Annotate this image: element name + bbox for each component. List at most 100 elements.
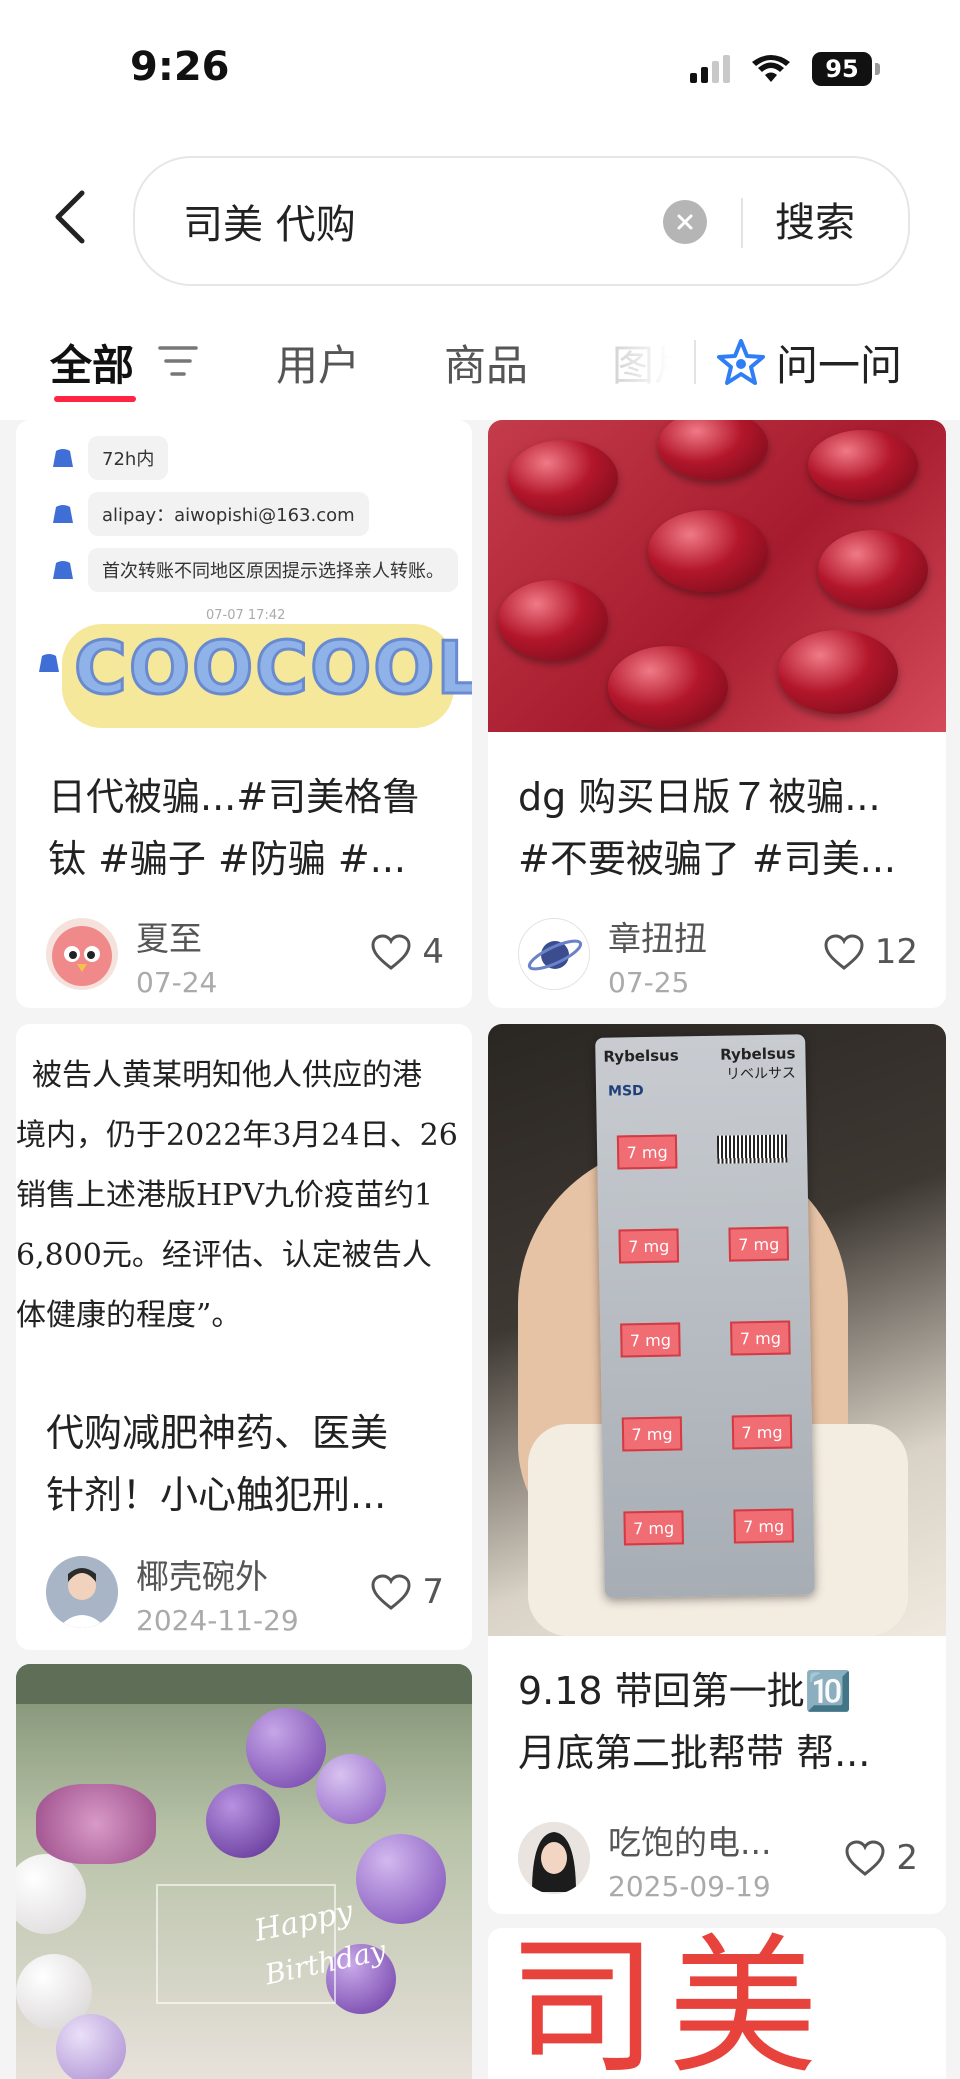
avatar[interactable] xyxy=(518,918,590,990)
maker-label: MSD xyxy=(607,1083,644,1100)
avatar[interactable] xyxy=(46,1556,118,1628)
clear-button[interactable] xyxy=(663,200,707,244)
status-bar: 9:26 95 xyxy=(0,0,960,130)
ask-star-icon xyxy=(717,338,765,385)
blister-pack: Rybelsus Rybelsus リベルサス MSD 7 mg 7 mg 7 … xyxy=(595,1034,815,1598)
card-image: Happy Birthday xyxy=(16,1664,472,2079)
search-header: 司美 代购 搜索 xyxy=(0,130,960,300)
heart-icon xyxy=(371,1574,411,1610)
ask-button[interactable]: 问一问 xyxy=(716,332,902,393)
search-button[interactable]: 搜索 xyxy=(775,190,855,248)
post-date: 2025-09-19 xyxy=(608,1870,771,1903)
dose-label: 7 mg xyxy=(621,1416,683,1452)
search-box[interactable]: 司美 代购 搜索 xyxy=(133,156,910,286)
dose-label: 7 mg xyxy=(623,1510,684,1546)
ask-label: 问一问 xyxy=(776,341,903,390)
note-card[interactable]: Happy Birthday xyxy=(16,1664,472,2079)
author-name[interactable]: 章扭扭 xyxy=(608,912,707,960)
planet-avatar-icon xyxy=(527,939,583,971)
document-line: 销售上述港版HPV九价疫苗约1 xyxy=(16,1178,434,1213)
chat-message: 72h内 xyxy=(50,436,169,480)
card-title-line1: 日代被骗...#司美格鲁 xyxy=(48,775,421,819)
chat-avatar-icon xyxy=(53,505,73,523)
chat-bubble: 72h内 xyxy=(88,436,169,480)
like-button[interactable]: 12 xyxy=(823,932,918,972)
chat-bubble: alipay：aiwopishi@163.com xyxy=(88,492,369,536)
card-title-line1: dg 购买日版７被骗... xyxy=(518,775,881,819)
note-card[interactable]: 72h内 alipay：aiwopishi@163.com 首次转账不同地区原因… xyxy=(16,420,472,1008)
card-title-line2: #不要被骗了 #司美... xyxy=(518,837,896,881)
card-title-line2: 月底第二批帮带 帮... xyxy=(518,1731,871,1775)
active-tab-indicator xyxy=(54,396,136,402)
battery-level: 95 xyxy=(812,52,872,86)
bird-avatar-icon xyxy=(52,926,112,986)
like-count: 2 xyxy=(896,1838,918,1878)
card-title-line1: 9.18 带回第一批🔟 xyxy=(518,1669,853,1713)
dose-label: 7 mg xyxy=(733,1508,794,1544)
card-image: 72h内 alipay：aiwopishi@163.com 首次转账不同地区原因… xyxy=(16,420,472,740)
avatar[interactable] xyxy=(46,918,118,990)
dose-label: 7 mg xyxy=(618,1228,680,1264)
person-avatar-icon xyxy=(46,1556,118,1628)
note-card[interactable]: 被告人黄某明知他人供应的港 境内，仍于2022年3月24日、26 销售上述港版H… xyxy=(16,1024,472,1650)
dose-label: 7 mg xyxy=(616,1134,678,1170)
like-button[interactable]: 7 xyxy=(370,1572,444,1612)
brand-label-jp: リベルサス xyxy=(725,1065,796,1083)
dose-label: 7 mg xyxy=(731,1414,793,1450)
dose-label: 7 mg xyxy=(730,1320,791,1356)
document-line: 被告人黄某明知他人供应的港 xyxy=(32,1058,422,1093)
chat-bubble: 首次转账不同地区原因提示选择亲人转账。 xyxy=(88,548,458,592)
chat-timestamp: 07-07 17:42 xyxy=(206,608,286,623)
like-count: 12 xyxy=(874,932,918,972)
document-line: 体健康的程度”。 xyxy=(16,1298,242,1333)
filter-icon[interactable] xyxy=(158,344,198,378)
sticker-text: COOCOOL xyxy=(72,625,472,712)
post-date: 2024-11-29 xyxy=(136,1604,299,1637)
dose-label: 7 mg xyxy=(728,1226,790,1262)
person-avatar-icon xyxy=(518,1822,590,1894)
author-name[interactable]: 夏至 xyxy=(136,912,202,960)
card-image: 司美 xyxy=(488,1928,946,2079)
like-count: 4 xyxy=(422,932,444,972)
status-time: 9:26 xyxy=(130,44,230,90)
chat-message: 首次转账不同地区原因提示选择亲人转账。 xyxy=(50,548,458,592)
result-tabs: 全部 用户 商品 图片 问一问 xyxy=(0,300,960,420)
document-line: 6,800元。经评估、认定被告人 xyxy=(16,1238,432,1273)
post-date: 07-25 xyxy=(608,966,690,999)
back-arrow-icon xyxy=(55,190,85,244)
card-image: 被告人黄某明知他人供应的港 境内，仍于2022年3月24日、26 销售上述港版H… xyxy=(16,1024,472,1364)
chat-avatar-icon xyxy=(53,561,73,579)
note-card[interactable]: Rybelsus Rybelsus リベルサス MSD 7 mg 7 mg 7 … xyxy=(488,1024,946,1914)
wifi-icon xyxy=(752,55,790,82)
status-indicators: 95 xyxy=(690,52,880,86)
like-count: 7 xyxy=(422,1572,444,1612)
card-title-line1: 代购减肥神药、医美 xyxy=(46,1411,389,1455)
tab-users[interactable]: 用户 xyxy=(276,332,360,393)
handwriting-text: 司美 xyxy=(508,1928,829,2079)
avatar[interactable] xyxy=(518,1822,590,1894)
heart-icon xyxy=(845,1840,885,1876)
search-input[interactable]: 司美 代购 xyxy=(183,192,356,250)
like-button[interactable]: 4 xyxy=(370,932,444,972)
author-name[interactable]: 吃饱的电... xyxy=(608,1816,771,1864)
note-card[interactable]: 司美 xyxy=(488,1928,946,2079)
card-title-line2: 钛 #骗子 #防骗 #... xyxy=(48,837,406,881)
heart-icon xyxy=(371,934,411,970)
note-card[interactable]: dg 购买日版７被骗... #不要被骗了 #司美... 章扭扭 07-25 12 xyxy=(488,420,946,1008)
tab-all[interactable]: 全部 xyxy=(50,332,134,393)
chat-message: alipay：aiwopishi@163.com xyxy=(50,492,369,536)
document-line: 境内，仍于2022年3月24日、26 xyxy=(16,1118,458,1153)
back-button[interactable] xyxy=(40,185,100,249)
like-button[interactable]: 2 xyxy=(844,1838,918,1878)
tab-fade xyxy=(600,320,700,400)
chat-avatar-icon xyxy=(39,654,59,672)
tab-products[interactable]: 商品 xyxy=(444,332,528,393)
battery-icon: 95 xyxy=(812,52,880,86)
clear-icon xyxy=(677,214,693,230)
brand-label: Rybelsus xyxy=(720,1044,796,1064)
card-title-line2: 针剂！小心触犯刑... xyxy=(46,1473,387,1517)
post-date: 07-24 xyxy=(136,966,218,999)
card-image xyxy=(488,420,946,732)
author-name[interactable]: 椰壳碗外 xyxy=(136,1550,268,1598)
chat-avatar-icon xyxy=(53,449,73,467)
